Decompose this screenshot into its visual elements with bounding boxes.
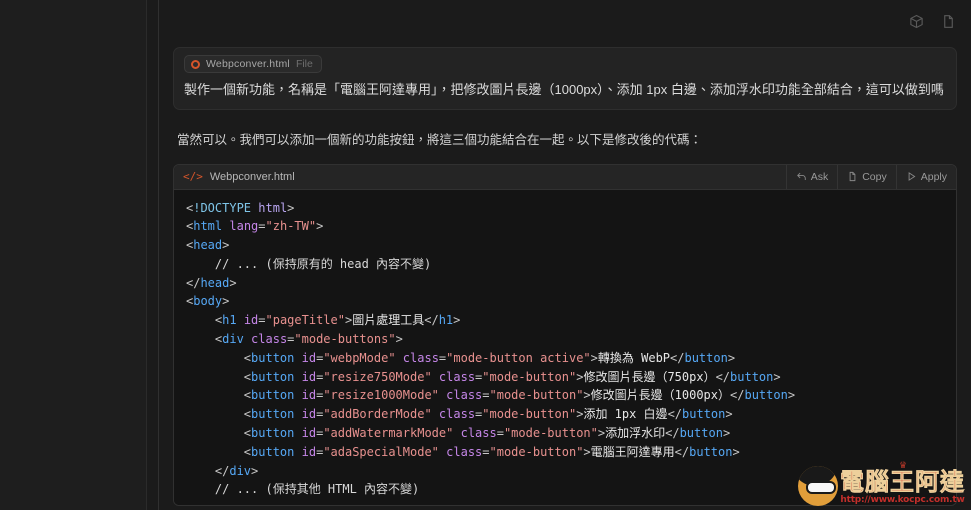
code-line: <!DOCTYPE html> [186, 199, 956, 218]
code-line: <body> [186, 292, 956, 311]
copy-icon [847, 171, 858, 182]
apply-button[interactable]: Apply [896, 164, 956, 189]
attached-file-name: Webpconver.html [206, 58, 290, 70]
code-line: <button id="webpMode" class="mode-button… [186, 349, 956, 368]
chat-toolbar [159, 0, 971, 42]
code-block-header: </> Webpconver.html Ask [174, 165, 956, 190]
code-line: <button id="addBorderMode" class="mode-b… [186, 405, 956, 424]
html-file-dot-icon [191, 60, 200, 69]
code-line: <h1 id="pageTitle">圖片處理工具</h1> [186, 311, 956, 330]
code-line: <html lang="zh-TW"> [186, 217, 956, 236]
code-block-filename: Webpconver.html [210, 171, 295, 183]
ask-button[interactable]: Ask [786, 164, 838, 189]
code-line: // ... (保持原有的 head 內容不變) [186, 255, 956, 274]
code-brackets-icon: </> [183, 171, 203, 182]
code-line: </head> [186, 274, 956, 293]
code-line: <head> [186, 236, 956, 255]
user-message-bubble: Webpconver.html File 製作一個新功能，名稱是「電腦王阿達專用… [173, 47, 957, 110]
user-message-text: 製作一個新功能，名稱是「電腦王阿達專用」，把修改圖片長邊（1000px）、添加 … [184, 80, 946, 100]
chat-panel: Webpconver.html File 製作一個新功能，名稱是「電腦王阿達專用… [159, 0, 971, 510]
code-line: <div class="mode-buttons"> [186, 330, 956, 349]
copy-label: Copy [862, 171, 887, 183]
app-window: Webpconver.html File 製作一個新功能，名稱是「電腦王阿達專用… [0, 0, 971, 510]
code-line: // ... (保持其他 HTML 內容不變) [186, 480, 956, 499]
assistant-message-text: 當然可以。我們可以添加一個新的功能按鈕，將這三個功能結合在一起。以下是修改後的代… [173, 110, 957, 164]
code-line: <button id="resize1000Mode" class="mode-… [186, 386, 956, 405]
apply-label: Apply [921, 171, 947, 183]
ask-label: Ask [811, 171, 829, 183]
file-copy-icon[interactable] [939, 12, 957, 30]
code-block-content[interactable]: <!DOCTYPE html><html lang="zh-TW"><head>… [174, 190, 956, 506]
attached-file-kind: File [296, 58, 313, 70]
copy-button[interactable]: Copy [837, 164, 896, 189]
play-icon [906, 171, 917, 182]
code-line: </div> [186, 462, 956, 481]
arrow-back-icon [796, 171, 807, 182]
code-line: <button id="resize750Mode" class="mode-b… [186, 368, 956, 387]
code-line: <button id="adaSpecialMode" class="mode-… [186, 443, 956, 462]
editor-pane-empty [0, 0, 147, 510]
code-line: <button id="addWatermarkMode" class="mod… [186, 424, 956, 443]
cube-icon[interactable] [907, 12, 925, 30]
code-block-actions: Ask Copy [786, 164, 956, 189]
code-block: </> Webpconver.html Ask [173, 164, 957, 507]
chat-scroll-area[interactable]: Webpconver.html File 製作一個新功能，名稱是「電腦王阿達專用… [159, 47, 971, 506]
pane-divider[interactable] [147, 0, 159, 510]
attached-file-chip[interactable]: Webpconver.html File [184, 55, 322, 73]
